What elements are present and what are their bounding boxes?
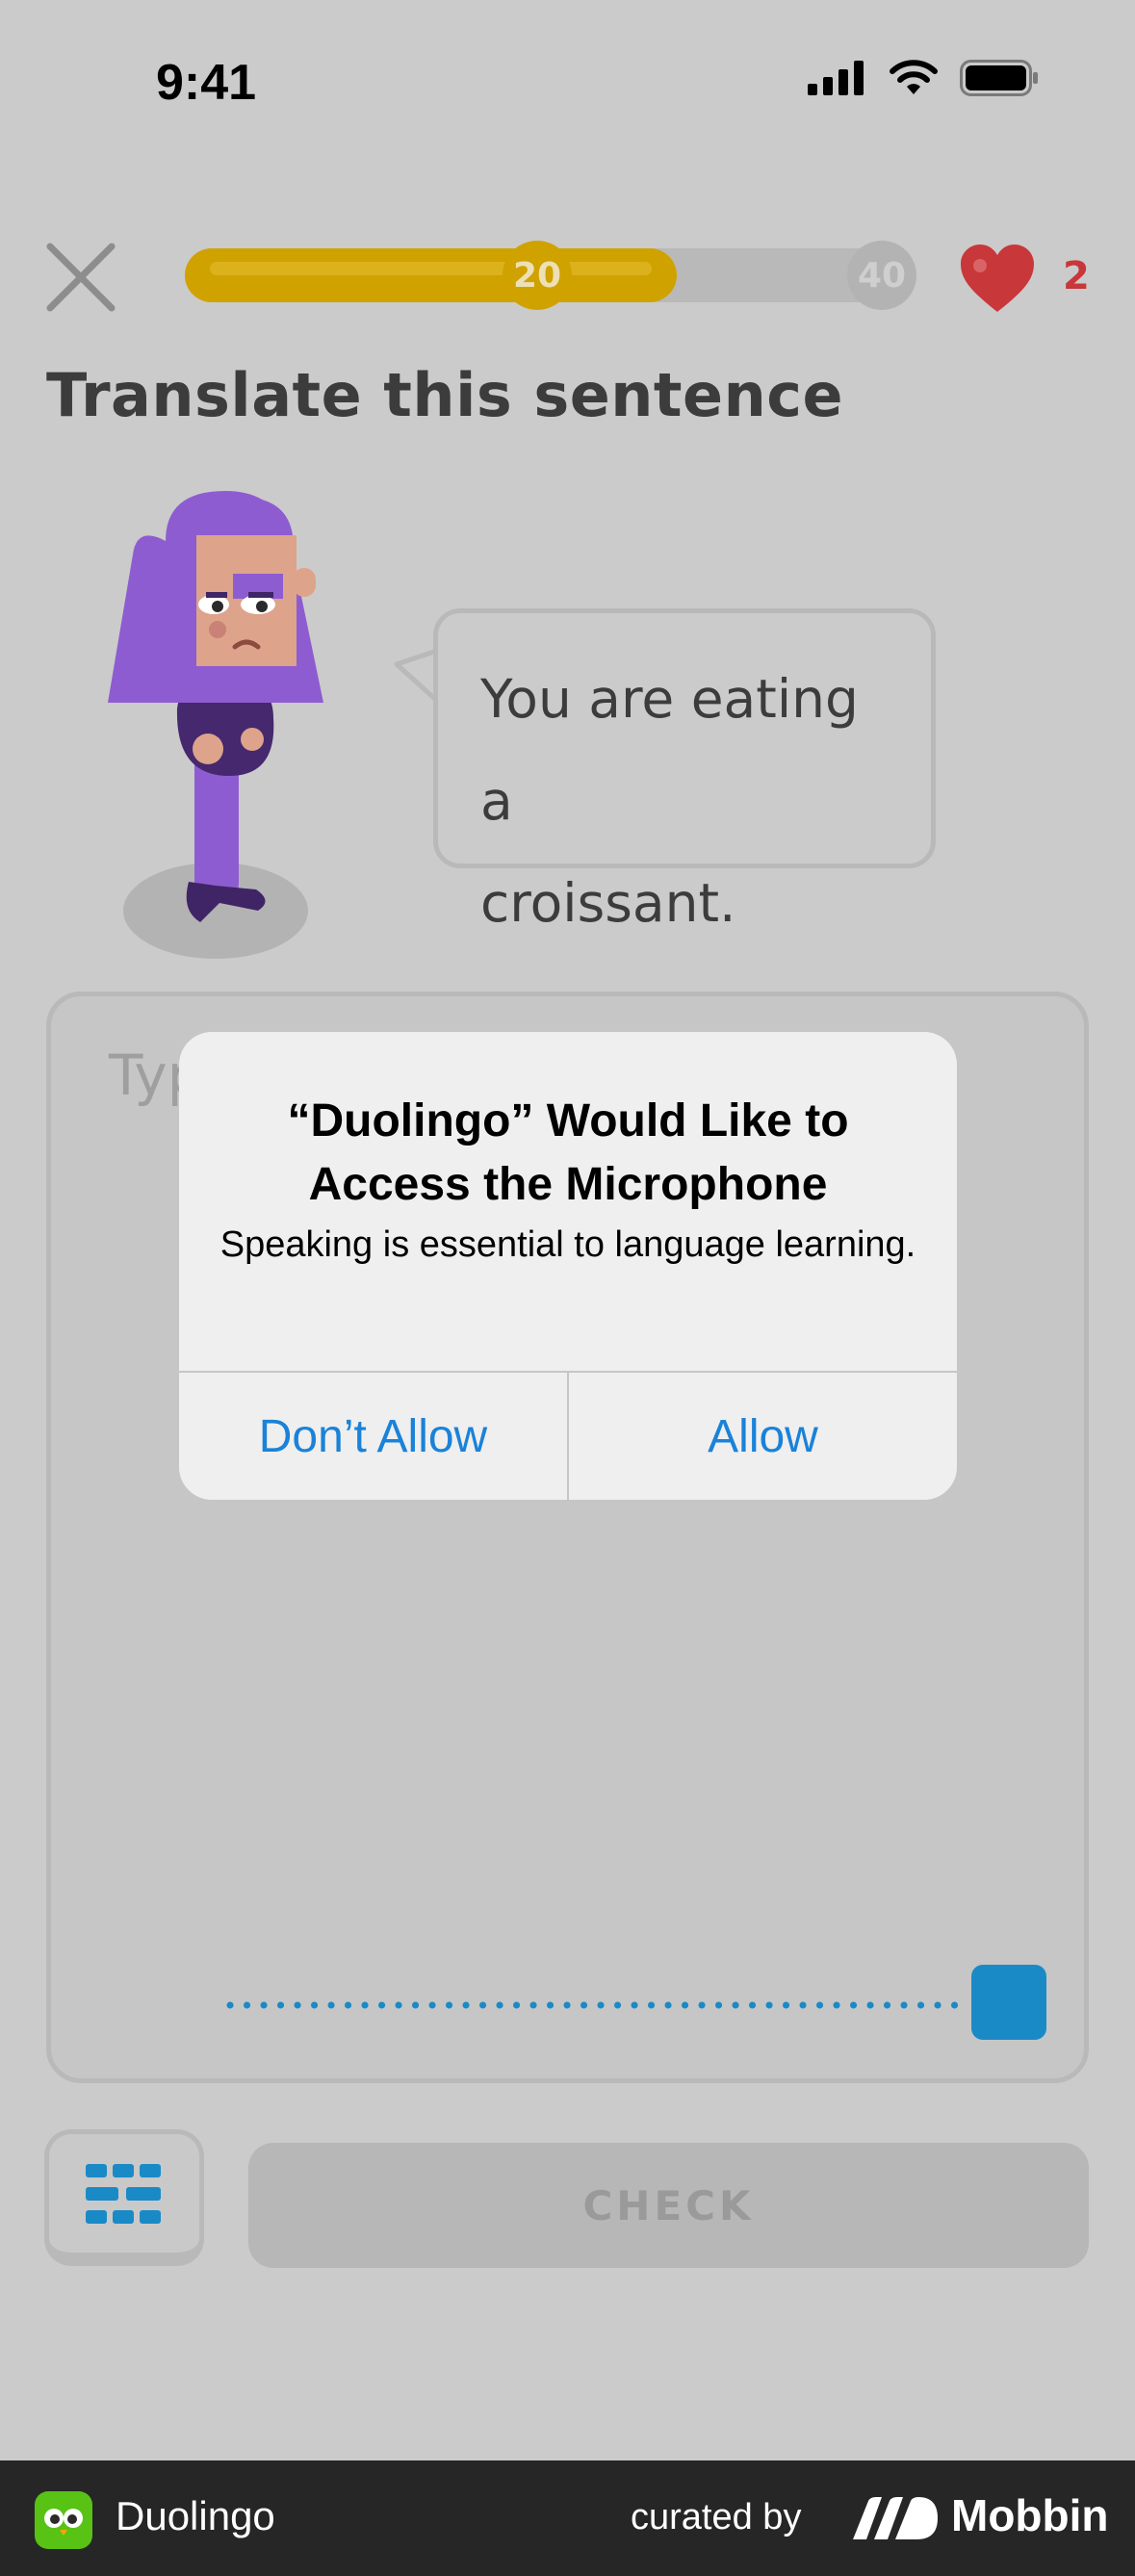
footer-curated-by: curated by [631,2497,802,2537]
voice-waveform [226,2001,973,2009]
mobbin-footer: Duolingo curated by Mobbin [0,2460,1135,2576]
milestone-20: 20 [503,241,572,310]
microphone-permission-alert: “Duolingo” Would Like to Access the Micr… [179,1032,957,1500]
speech-bubble: You are eating a croissant. [433,608,936,934]
lesson-progress-bar: 20 40 [185,241,916,310]
battery-icon [960,60,1038,96]
hearts-count: 2 [1063,254,1090,298]
prompt-sentence[interactable]: You are eating a croissant. [480,648,892,954]
heart-icon[interactable] [959,245,1036,314]
footer-brand: Mobbin [951,2490,1109,2540]
keyboard-toggle-button[interactable] [44,2129,204,2266]
dont-allow-button[interactable]: Don’t Allow [179,1373,567,1500]
prompt-line-2: croissant. [480,872,736,934]
close-icon[interactable] [44,241,117,314]
alert-title: “Duolingo” Would Like to Access the Micr… [287,1095,849,1210]
prompt-line-1: You are eating a [480,668,859,832]
milestone-40: 40 [847,241,916,310]
check-button[interactable]: CHECK [248,2143,1089,2268]
keyboard-icon [86,2163,161,2224]
mobbin-logo-icon [853,2497,938,2539]
status-icons [808,60,1039,96]
status-time: 9:41 [156,55,257,111]
footer-app-name: Duolingo [116,2493,275,2538]
duolingo-logo-icon [35,2491,92,2549]
lily-character-illustration [108,491,323,959]
exercise-title: Translate this sentence [46,360,844,430]
wifi-icon [890,60,938,94]
cellular-signal-icon [808,61,864,95]
progress-fill [185,248,678,302]
microphone-button[interactable] [971,1965,1046,2040]
allow-button[interactable]: Allow [569,1373,957,1500]
alert-message: Speaking is essential to language learni… [219,1224,916,1265]
